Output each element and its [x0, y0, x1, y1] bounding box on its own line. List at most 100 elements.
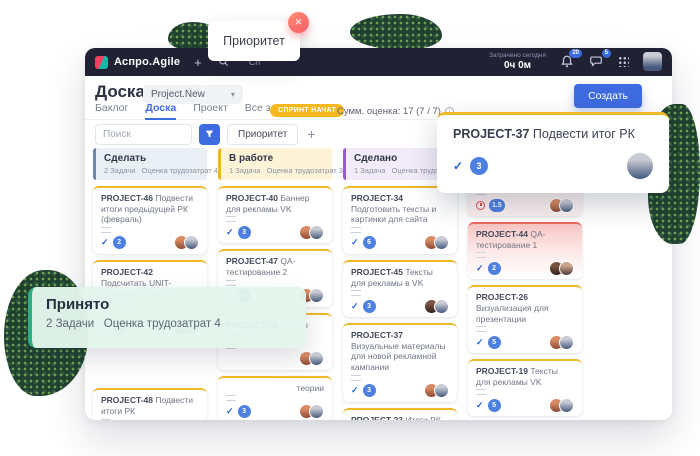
card-id: PROJECT-23: [351, 415, 405, 420]
card-footer: ✓3: [226, 404, 324, 418]
card-text: Итоги РК: [405, 415, 440, 420]
avatar: [309, 288, 324, 303]
description-icon: [226, 395, 236, 401]
card-id: PROJECT-34: [351, 193, 403, 203]
app-window: Аспро.Agile + Сп Затрачено сегодня 0ч 0м…: [85, 48, 672, 420]
create-button[interactable]: Создать: [574, 84, 642, 108]
column-header[interactable]: Сделать2 Задачи Оценка трудозатрат 4: [93, 148, 207, 180]
app-name: Аспро.Agile: [114, 56, 180, 68]
chevron-down-icon: ▾: [231, 90, 235, 99]
notifications-button[interactable]: 20: [560, 54, 575, 69]
tab-2[interactable]: Проект: [193, 102, 228, 120]
kanban-card[interactable]: PROJECT-19 Тексты для рекламы VK✓5: [468, 359, 582, 416]
tab-0[interactable]: Баклог: [95, 102, 128, 120]
plant-decoration: [350, 14, 442, 50]
priority-tooltip: Приоритет ✕: [208, 21, 300, 61]
card-id: PROJECT-40: [226, 193, 280, 203]
assignee-avatars: [549, 335, 574, 350]
card-footer: ✓2: [476, 261, 574, 275]
priority-filter-chip[interactable]: Приоритет: [227, 124, 298, 145]
popup-card-id: PROJECT-37: [453, 127, 529, 141]
kanban-card[interactable]: PROJECT-26 Визуализация для презентации✓…: [468, 285, 582, 353]
kanban-card[interactable]: PROJECT-23 Итоги РК✓5: [343, 408, 457, 420]
column-header[interactable]: В работе1 Задача Оценка трудозатрат 3: [218, 148, 332, 180]
card-title: PROJECT-34 Подготовить тексты и картинки…: [351, 193, 449, 225]
messages-button[interactable]: 5: [589, 54, 604, 69]
check-icon: ✓: [476, 337, 484, 348]
card-popup[interactable]: PROJECT-37 Подвести итог РК ✓ 3: [437, 112, 669, 193]
card-title: PROJECT-46 Подвести итоги предыдущей РК …: [101, 193, 199, 225]
board-column: Сделать2 Задачи Оценка трудозатрат 4 PROJ…: [93, 148, 207, 420]
close-icon[interactable]: ✕: [288, 12, 309, 33]
check-icon: ✓: [351, 301, 359, 312]
avatar: [559, 398, 574, 413]
search-input[interactable]: [95, 124, 192, 145]
summary-estimate: Сумм. оценка: 17 (7 / 7) i: [337, 106, 454, 117]
user-avatar[interactable]: [643, 52, 662, 71]
column-title: В работе: [229, 153, 324, 164]
kanban-card[interactable]: теории✓3: [218, 376, 332, 420]
estimate-badge: 5: [488, 336, 501, 349]
kanban-card[interactable]: PROJECT-46 Подвести итоги предыдущей РК …: [93, 186, 207, 254]
kanban-card[interactable]: PROJECT-37 Визуальные материалы для ново…: [343, 323, 457, 402]
page: Аспро.Agile + Сп Затрачено сегодня 0ч 0м…: [0, 0, 700, 456]
add-filter-button[interactable]: +: [305, 126, 317, 142]
description-icon: [351, 290, 361, 296]
card-footer: ✓3: [351, 299, 449, 313]
card-id: PROJECT-46: [101, 193, 155, 203]
accepted-column-drag-preview[interactable]: Принято 2 Задачи Оценка трудозатрат 4: [28, 287, 306, 348]
card-title: PROJECT-37 Визуальные материалы для ново…: [351, 330, 449, 373]
card-footer: ✓3: [226, 225, 324, 239]
description-icon: [351, 375, 361, 381]
filter-button[interactable]: [199, 124, 220, 145]
tab-1[interactable]: Доска: [145, 102, 176, 120]
kanban-card[interactable]: PROJECT-40 Баннер для рекламы VK✓3: [218, 186, 332, 243]
assignee-avatars: [424, 299, 449, 314]
check-icon: ✓: [226, 227, 234, 238]
check-icon: ✓: [453, 159, 463, 173]
card-id: PROJECT-45: [351, 267, 405, 277]
accepted-column-title: Принято: [46, 296, 292, 313]
time-tracked-label: Затрачено сегодня: [489, 52, 546, 60]
assignee-avatars: [424, 383, 449, 398]
kanban-card[interactable]: PROJECT-45 Тексты для рекламы в VK✓3: [343, 260, 457, 317]
description-icon: [101, 227, 111, 233]
priority-tooltip-label: Приоритет: [223, 34, 285, 48]
app-topbar: Аспро.Agile + Сп Затрачено сегодня 0ч 0м…: [85, 48, 672, 76]
popup-card-title: PROJECT-37 Подвести итог РК: [453, 127, 653, 141]
description-icon: [101, 419, 111, 420]
sprint-status-badge: СПРИНТ НАЧАТ: [270, 104, 344, 117]
assignee-avatar: [627, 153, 653, 179]
avatar: [559, 198, 574, 213]
chat-icon: [589, 54, 603, 68]
accepted-column-meta: 2 Задачи Оценка трудозатрат 4: [46, 318, 292, 330]
avatar: [184, 235, 199, 250]
description-icon: [476, 326, 486, 332]
avatar: [309, 351, 324, 366]
estimate-badge: 3: [363, 300, 376, 313]
estimate-badge: 3: [363, 384, 376, 397]
card-footer: ✓5: [476, 335, 574, 349]
apps-grid-icon[interactable]: [618, 56, 629, 67]
quick-add-button[interactable]: +: [194, 56, 202, 69]
kanban-card[interactable]: PROJECT-34 Подготовить тексты и картинки…: [343, 186, 457, 254]
card-title: PROJECT-19 Тексты для рекламы VK: [476, 366, 574, 387]
app-logo-icon: [95, 56, 108, 69]
assignee-avatars: [549, 261, 574, 276]
description-icon: [476, 252, 486, 258]
avatar: [309, 225, 324, 240]
avatar: [309, 404, 324, 419]
column-meta: 1 Задача Оценка трудозатрат: [354, 166, 449, 175]
assignee-avatars: [299, 225, 324, 240]
avatar: [434, 299, 449, 314]
card-footer: 1.5: [476, 198, 574, 212]
check-icon: ✓: [101, 237, 109, 248]
estimate-badge: 3: [238, 405, 251, 418]
kanban-card[interactable]: PROJECT-48 Подвести итоги РК✓2: [93, 388, 207, 420]
card-id: PROJECT-37: [351, 330, 403, 340]
kanban-card[interactable]: PROJECT-44 QA-тестирование 1✓2: [468, 222, 582, 279]
time-tracked: Затрачено сегодня 0ч 0м: [489, 52, 546, 72]
time-tracked-value: 0ч 0м: [489, 60, 546, 72]
assignee-avatars: [424, 235, 449, 250]
card-id: PROJECT-26: [476, 292, 528, 302]
